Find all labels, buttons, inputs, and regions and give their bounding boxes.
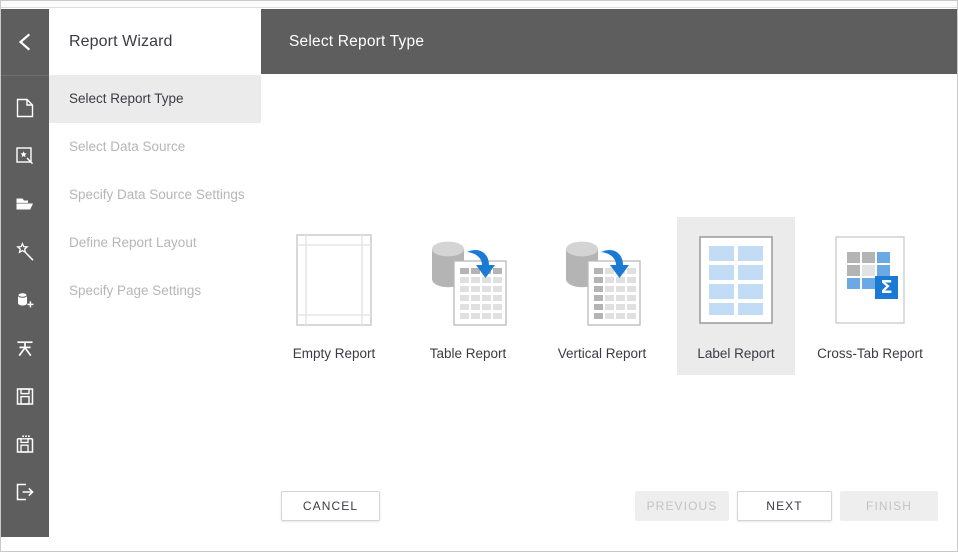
wizard-step-select-report-type[interactable]: Select Report Type xyxy=(49,75,261,123)
report-type-label: Vertical Report xyxy=(557,346,647,361)
table-report-icon xyxy=(424,227,512,333)
cancel-button[interactable]: CANCEL xyxy=(281,491,380,521)
report-type-label: Empty Report xyxy=(292,346,376,361)
wizard-step-label: Specify Page Settings xyxy=(69,283,202,298)
report-type-vertical-report[interactable]: Vertical Report xyxy=(543,217,661,375)
magic-wand-icon xyxy=(14,241,36,263)
report-type-cross-tab-report[interactable]: Σ Cross-Tab Report xyxy=(811,217,929,375)
next-button[interactable]: NEXT xyxy=(737,491,832,521)
wizard-title: Report Wizard xyxy=(69,33,173,50)
report-type-label: Cross-Tab Report xyxy=(817,346,923,361)
cross-tab-report-icon: Σ xyxy=(835,227,905,333)
wizard-step-specify-data-source-settings: Specify Data Source Settings xyxy=(49,171,261,219)
rail-item-new-report[interactable] xyxy=(1,84,49,132)
add-data-source-icon xyxy=(14,289,36,311)
rail-item-report-wizard[interactable] xyxy=(1,132,49,180)
wizard-step-list: Select Report Type Select Data Source Sp… xyxy=(49,75,261,315)
localization-icon xyxy=(14,337,36,359)
report-type-table-report[interactable]: Table Report xyxy=(409,217,527,375)
open-folder-icon xyxy=(14,193,36,215)
report-type-label: Table Report xyxy=(429,346,507,361)
report-type-gallery: Empty Report Table Report Vertical Repor… xyxy=(267,217,957,375)
save-as-icon xyxy=(14,433,36,455)
report-type-label: Label Report xyxy=(697,346,775,361)
rail-item-open[interactable] xyxy=(1,180,49,228)
main-header-title: Select Report Type xyxy=(261,9,957,74)
wizard-step-label: Specify Data Source Settings xyxy=(69,187,245,202)
main-body: Empty Report Table Report Vertical Repor… xyxy=(261,74,957,537)
report-wizard-icon xyxy=(14,145,36,167)
svg-text:Σ: Σ xyxy=(880,277,892,298)
rail-item-exit[interactable] xyxy=(1,468,49,516)
wizard-step-select-data-source: Select Data Source xyxy=(49,123,261,171)
new-report-page-icon xyxy=(14,97,36,119)
wizard-footer: CANCEL PREVIOUS NEXT FINISH xyxy=(261,482,957,532)
wizard-step-label: Select Report Type xyxy=(69,91,184,106)
wizard-step-label: Define Report Layout xyxy=(69,235,197,250)
rail-item-list xyxy=(1,76,49,516)
wizard-sidebar: Report Wizard Select Report Type Select … xyxy=(49,9,261,537)
finish-button[interactable]: FINISH xyxy=(840,491,938,521)
label-report-icon xyxy=(699,227,773,333)
previous-button[interactable]: PREVIOUS xyxy=(635,491,729,521)
icon-rail xyxy=(1,9,49,537)
rail-item-save[interactable] xyxy=(1,372,49,420)
vertical-report-icon xyxy=(558,227,646,333)
wizard-main-panel: Select Report Type Empty Report Table Re… xyxy=(261,9,957,537)
save-icon xyxy=(14,385,36,407)
report-wizard-window: Report Wizard Select Report Type Select … xyxy=(0,0,958,552)
report-type-empty-report[interactable]: Empty Report xyxy=(275,217,393,375)
wizard-step-define-report-layout: Define Report Layout xyxy=(49,219,261,267)
chevron-left-icon xyxy=(14,31,36,53)
rail-item-add-data-source[interactable] xyxy=(1,276,49,324)
back-button[interactable] xyxy=(1,9,49,76)
rail-item-save-as[interactable] xyxy=(1,420,49,468)
rail-item-localization[interactable] xyxy=(1,324,49,372)
wizard-step-specify-page-settings: Specify Page Settings xyxy=(49,267,261,315)
empty-report-icon xyxy=(296,227,372,333)
rail-item-wizard[interactable] xyxy=(1,228,49,276)
exit-icon xyxy=(14,481,36,503)
wizard-step-label: Select Data Source xyxy=(69,139,186,154)
window-titlebar xyxy=(0,0,958,8)
report-type-label-report[interactable]: Label Report xyxy=(677,217,795,375)
